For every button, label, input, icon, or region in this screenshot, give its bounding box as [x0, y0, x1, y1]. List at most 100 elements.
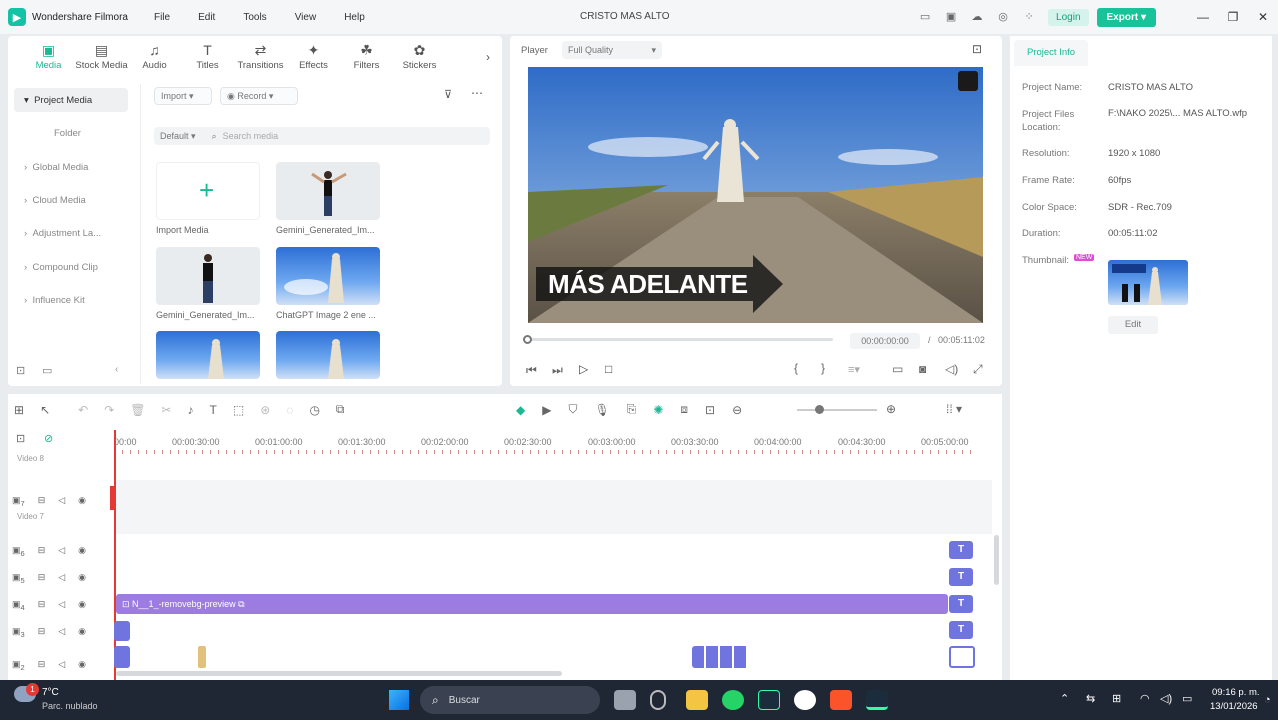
crop-icon[interactable]: ⬚ — [233, 403, 244, 417]
undo-icon[interactable]: ↶ — [78, 403, 88, 417]
timeline-h-scrollbar[interactable] — [116, 671, 562, 676]
audio-split-icon[interactable]: ♪ — [188, 403, 194, 417]
mute-icon[interactable]: ◁ — [58, 626, 65, 639]
eye-icon[interactable]: ◉ — [78, 626, 86, 639]
eye-icon[interactable]: ◉ — [78, 495, 86, 508]
task-view-icon[interactable] — [614, 690, 636, 710]
tab-audio[interactable]: ♫ Audio — [128, 42, 181, 71]
volume-icon[interactable]: ◁) — [945, 362, 958, 376]
tray-app-icon[interactable]: ⇆ — [1086, 692, 1095, 705]
filter-icon[interactable]: ⊽ — [444, 88, 452, 101]
whatsapp-icon[interactable] — [722, 690, 744, 710]
notifications-icon[interactable]: ◔ — [1264, 694, 1271, 706]
record-dropdown[interactable]: ◉ Record ▾ — [220, 87, 298, 105]
clock-time[interactable]: 09:16 p. m. — [1212, 687, 1260, 698]
lock-icon[interactable]: ⊟ — [38, 659, 46, 672]
cloud-icon[interactable]: ☁ — [970, 10, 984, 24]
edit-thumbnail-button[interactable]: Edit — [1108, 316, 1158, 334]
menu-view[interactable]: View — [295, 12, 317, 23]
mute-icon[interactable]: ◁ — [58, 572, 65, 585]
sidebar-item-adjustment-layer[interactable]: › Adjustment La... — [14, 221, 128, 245]
render-icon[interactable]: ≡▾ — [848, 363, 860, 376]
filmora-task-icon[interactable] — [758, 690, 780, 710]
title-clip[interactable]: T — [949, 595, 973, 613]
mute-icon[interactable]: ◁ — [58, 545, 65, 558]
title-clip[interactable]: T — [949, 621, 973, 639]
wifi-icon[interactable]: ◠ — [1140, 692, 1150, 705]
sidebar-item-cloud-media[interactable]: › Cloud Media — [14, 188, 128, 212]
sort-dropdown[interactable]: Default ▾ — [160, 131, 196, 142]
export-button[interactable]: Export ▾ — [1096, 7, 1156, 27]
brave-icon[interactable] — [830, 690, 852, 710]
stop-icon[interactable]: □ — [605, 362, 612, 376]
lock-icon[interactable]: ⊟ — [38, 545, 46, 558]
sidebar-item-compound-clip[interactable]: › Compound Clip — [14, 255, 128, 279]
speed-icon[interactable]: ⊛ — [260, 403, 270, 417]
menu-help[interactable]: Help — [344, 12, 365, 23]
mark-in-icon[interactable]: { — [794, 361, 798, 375]
playback-scrubber[interactable] — [528, 338, 833, 341]
marker-icon[interactable]: ⛉ — [568, 402, 577, 417]
tab-effects[interactable]: ✦ Effects — [287, 42, 340, 71]
lock-icon[interactable]: ⊟ — [38, 572, 46, 585]
tab-stickers[interactable]: ✿ Stickers — [393, 42, 446, 71]
tabs-next-icon[interactable]: › — [486, 50, 490, 64]
prev-frame-icon[interactable]: ⏮ — [526, 363, 537, 378]
lock-icon[interactable]: ⊟ — [38, 599, 46, 612]
eye-icon[interactable]: ◉ — [78, 599, 86, 612]
save-icon[interactable]: ▣ — [944, 10, 958, 24]
video-clip[interactable] — [114, 621, 130, 641]
add-track-icon[interactable]: ⊡ — [16, 432, 25, 445]
timeline-v-scrollbar[interactable] — [994, 535, 999, 585]
snapshot-icon[interactable]: ⊡ — [972, 42, 982, 56]
video-clip[interactable] — [114, 646, 130, 668]
delete-icon[interactable]: 🗑 — [130, 403, 145, 417]
eye-icon[interactable]: ◉ — [78, 572, 86, 585]
play-icon[interactable]: ▷ — [579, 362, 588, 376]
eye-icon[interactable]: ◉ — [78, 545, 86, 558]
link-icon[interactable]: ⊘ — [44, 432, 53, 445]
support-icon[interactable]: ◎ — [996, 10, 1010, 24]
sidebar-item-folder[interactable]: Folder — [14, 121, 128, 145]
media-thumb-4[interactable] — [156, 331, 260, 379]
color-icon[interactable]: ◌ — [286, 403, 293, 417]
mute-icon[interactable]: ◁ — [58, 659, 65, 672]
zoom-slider[interactable] — [797, 409, 877, 411]
taskbar-search[interactable]: ⌕ Buscar — [420, 686, 600, 714]
sidebar-item-project-media[interactable]: ▾ Project Media — [14, 88, 128, 112]
cut-icon[interactable]: ✂ — [161, 403, 171, 417]
next-frame-icon[interactable]: ⏭ — [552, 363, 563, 378]
windows-start-icon[interactable] — [389, 690, 409, 710]
tab-transitions[interactable]: ⇄ Transitions — [234, 42, 287, 71]
zoom-out-icon[interactable]: ⊖ — [732, 403, 742, 417]
sidebar-item-influence-kit[interactable]: › Influence Kit — [14, 288, 128, 312]
ai-icon[interactable]: ✺ — [653, 403, 663, 417]
layout-icon[interactable]: ▭ — [918, 10, 932, 24]
sidebar-item-global-media[interactable]: › Global Media — [14, 155, 128, 179]
zoom-in-icon[interactable]: ⊕ — [886, 402, 896, 416]
audio-clip[interactable] — [198, 646, 206, 668]
video-preview[interactable]: MÁS ADELANTE — [528, 67, 983, 323]
filmora-active-icon[interactable] — [866, 690, 888, 710]
render-preview-icon[interactable]: ▶ — [542, 403, 551, 417]
battery-icon[interactable]: ▭ — [1182, 692, 1192, 705]
settings-grid-icon[interactable]: ⁞⁞ ▾ — [946, 402, 962, 416]
volume-tray-icon[interactable]: ◁) — [1160, 692, 1172, 705]
zoom-handle[interactable] — [815, 405, 824, 414]
tray-chevron-icon[interactable]: ⌃ — [1060, 692, 1069, 705]
maximize-button[interactable]: ❐ — [1218, 10, 1248, 24]
minimize-button[interactable]: — — [1188, 10, 1218, 24]
camera-icon[interactable]: ◙ — [919, 362, 926, 376]
menu-tools[interactable]: Tools — [243, 12, 266, 23]
mic-icon[interactable]: 🎙 — [594, 403, 609, 417]
mute-icon[interactable]: ◁ — [58, 599, 65, 612]
playhead[interactable] — [114, 430, 116, 680]
more-icon[interactable]: ⋯ — [471, 86, 483, 100]
import-dropdown[interactable]: Import ▾ — [154, 87, 212, 105]
transform-icon[interactable]: ⧉ — [336, 402, 345, 417]
tab-project-info[interactable]: Project Info — [1014, 40, 1088, 66]
tab-media[interactable]: ▣ Media — [22, 42, 75, 71]
new-folder-icon[interactable]: ⊡ — [16, 364, 25, 377]
apps-icon[interactable]: ⁘ — [1022, 10, 1036, 24]
snapshot-frame-icon[interactable]: ⊡ — [705, 403, 715, 417]
